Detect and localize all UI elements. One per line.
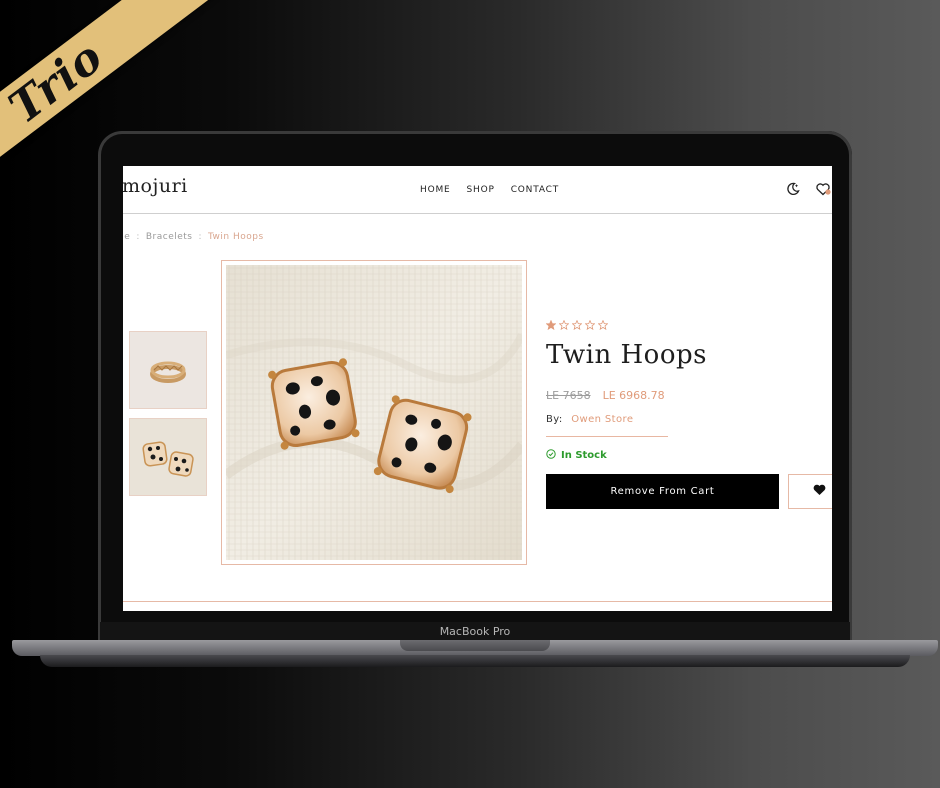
laptop-notch xyxy=(400,640,550,651)
remove-from-cart-button[interactable]: Remove From Cart xyxy=(546,474,779,509)
heart-icon[interactable] xyxy=(815,181,831,197)
moon-star-icon[interactable] xyxy=(785,181,801,197)
star-empty-icon[interactable] xyxy=(584,317,596,335)
check-circle-icon xyxy=(546,449,556,462)
thumbnail-earrings[interactable] xyxy=(129,418,207,496)
laptop-chin: MacBook Pro xyxy=(100,622,850,642)
divider xyxy=(546,436,668,437)
stock-status: In Stock xyxy=(546,449,607,462)
product-title: Twin Hoops xyxy=(546,340,707,370)
star-empty-icon[interactable] xyxy=(558,317,570,335)
nav-contact[interactable]: CONTACT xyxy=(511,185,559,195)
nav-home[interactable]: HOME xyxy=(420,185,451,195)
star-filled-icon[interactable] xyxy=(545,317,557,335)
laptop-model-label: MacBook Pro xyxy=(439,625,511,638)
rating-stars xyxy=(545,317,609,335)
breadcrumb: me : Bracelets : Twin Hoops xyxy=(123,232,264,242)
product-main-image[interactable] xyxy=(221,260,527,565)
nav-shop[interactable]: SHOP xyxy=(467,185,495,195)
seller-info: By: Owen Store xyxy=(546,414,633,425)
price-block: LE 7658 LE 6968.78 xyxy=(546,389,665,402)
section-divider xyxy=(123,601,832,602)
star-empty-icon[interactable] xyxy=(597,317,609,335)
laptop-screen: mojuri HOME SHOP CONTACT me : Bracelets … xyxy=(123,166,832,611)
current-price: LE 6968.78 xyxy=(602,389,665,402)
breadcrumb-home[interactable]: me xyxy=(123,232,130,242)
heart-filled-icon xyxy=(813,483,826,501)
seller-link[interactable]: Owen Store xyxy=(571,414,633,425)
old-price: LE 7658 xyxy=(546,389,591,402)
site-logo[interactable]: mojuri xyxy=(123,175,188,197)
site-header: mojuri HOME SHOP CONTACT xyxy=(123,166,832,214)
star-empty-icon[interactable] xyxy=(571,317,583,335)
laptop-base-shadow xyxy=(40,655,910,667)
breadcrumb-separator: : xyxy=(198,232,203,242)
breadcrumb-current: Twin Hoops xyxy=(208,232,264,242)
seller-label: By: xyxy=(546,414,563,425)
ribbon-text: Trio xyxy=(0,30,113,134)
main-nav: HOME SHOP CONTACT xyxy=(420,185,559,195)
stock-label: In Stock xyxy=(561,450,607,461)
breadcrumb-bracelets[interactable]: Bracelets xyxy=(146,232,193,242)
breadcrumb-separator: : xyxy=(136,232,140,242)
thumbnail-ring[interactable] xyxy=(129,331,207,409)
wishlist-button[interactable] xyxy=(788,474,832,509)
